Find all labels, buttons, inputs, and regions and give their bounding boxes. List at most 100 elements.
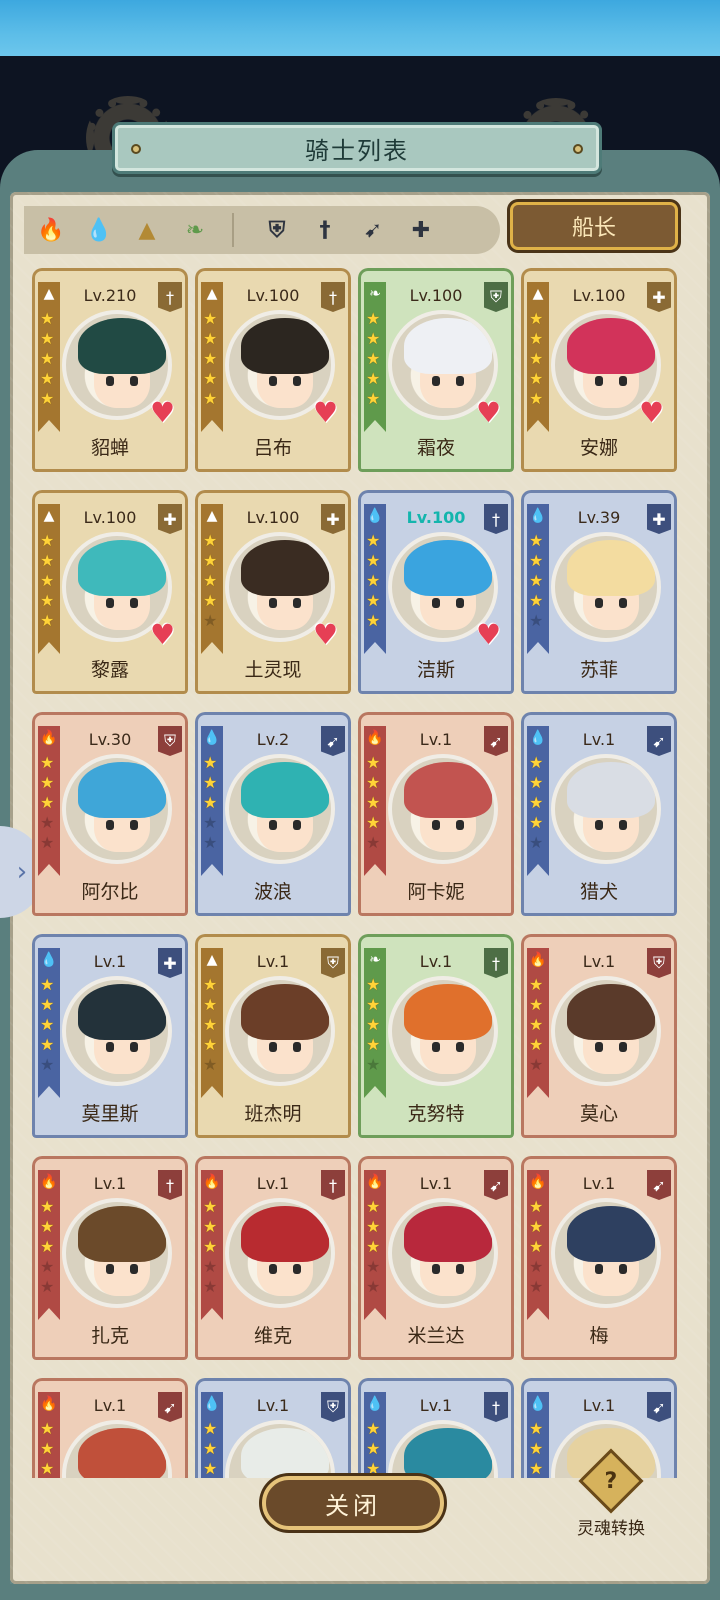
knight-name: 土灵现 <box>244 659 302 681</box>
knight-card[interactable]: ▲ ★ ★ ★ ★ ★ ✚ Lv.100 ♥ 安娜 <box>521 268 677 472</box>
knight-card[interactable]: 🔥 ★ ★ ★ ★ ★ † Lv.1 扎克 <box>32 1156 188 1360</box>
star-rating: ★★★★★ <box>203 1420 221 1478</box>
star-icon: ★ <box>40 1257 55 1276</box>
star-icon: ★ <box>366 531 381 550</box>
star-icon: ★ <box>40 1459 55 1478</box>
knight-card[interactable]: 🔥 ★ ★ ★ ★ ★ ➹ Lv.1 阿卡妮 <box>358 712 514 916</box>
star-rating: ★★★★★ <box>203 310 221 408</box>
star-rating: ★★★★★ <box>366 310 384 408</box>
star-icon: ★ <box>366 329 381 348</box>
knight-card[interactable]: 💧★★★★★⛨Lv.1 <box>195 1378 351 1478</box>
portrait-hair <box>241 540 329 596</box>
knight-name: 阿卡妮 <box>407 881 465 903</box>
knight-card[interactable]: 🔥 ★ ★ ★ ★ ★ ➹ Lv.1 梅 <box>521 1156 677 1360</box>
page-title: 骑士列表 <box>305 136 409 165</box>
soul-convert-button[interactable]: ? 灵魂转换 <box>566 1448 656 1548</box>
knight-card[interactable]: ❧ ★ ★ ★ ★ ★ ⛨ Lv.100 ♥ 霜夜 <box>358 268 514 472</box>
knight-card[interactable]: ▲ ★ ★ ★ ★ ★ ⛨ Lv.1 班杰明 <box>195 934 351 1138</box>
knight-grid[interactable]: ▲ ★ ★ ★ ★ ★ † Lv.210 ♥ 貂蝉 ▲ ★ ★ ★ ★ ★ † Lv.100 ♥ 吕布 ❧ ★ ★ ★ ★ ★ ⛨ L… <box>32 268 692 1478</box>
star-rating: ★★★★★ <box>529 1420 547 1478</box>
star-icon: ★ <box>40 349 55 368</box>
star-icon: ★ <box>366 551 381 570</box>
knight-card[interactable]: ▲ ★ ★ ★ ★ ★ † Lv.100 ♥ 吕布 <box>195 268 351 472</box>
star-icon: ★ <box>203 1237 218 1256</box>
knight-card[interactable]: ▲ ★ ★ ★ ★ ★ ✚ Lv.100 ♥ 黎露 <box>32 490 188 694</box>
knight-card[interactable]: 🔥★★★★★➹Lv.1 <box>32 1378 188 1478</box>
knight-name: 克努特 <box>407 1103 465 1125</box>
star-rating: ★★★★★ <box>40 532 58 630</box>
knight-card[interactable]: 💧 ★ ★ ★ ★ ★ † Lv.100 ♥ 洁斯 <box>358 490 514 694</box>
bow-class-icon[interactable]: ➹ <box>352 209 394 251</box>
star-icon: ★ <box>366 1419 381 1438</box>
fire-element-glyph: 🔥 <box>37 217 65 243</box>
portrait-eye <box>130 1042 138 1052</box>
portrait-eye <box>456 1042 464 1052</box>
star-rating: ★★★★★ <box>529 532 547 630</box>
portrait-eye <box>456 376 464 386</box>
shield-class-icon[interactable]: ⛨ <box>256 209 298 251</box>
star-icon: ★ <box>366 995 381 1014</box>
knight-card[interactable]: 🔥 ★ ★ ★ ★ ★ † Lv.1 维克 <box>195 1156 351 1360</box>
portrait-hair <box>241 1428 329 1478</box>
star-icon: ★ <box>203 773 218 792</box>
portrait-hair <box>567 984 655 1040</box>
star-rating: ★★★★★ <box>529 976 547 1074</box>
wind-element-icon[interactable]: ❧ <box>174 209 216 251</box>
knight-card[interactable]: 💧 ★ ★ ★ ★ ★ ✚ Lv.39 苏菲 <box>521 490 677 694</box>
portrait-hair <box>78 540 166 596</box>
knight-card[interactable]: ▲ ★ ★ ★ ★ ★ † Lv.210 ♥ 貂蝉 <box>32 268 188 472</box>
knight-card[interactable]: 💧★★★★★†Lv.1 <box>358 1378 514 1478</box>
knight-card[interactable]: 💧 ★ ★ ★ ★ ★ ✚ Lv.1 莫里斯 <box>32 934 188 1138</box>
knight-name: 安娜 <box>579 437 618 459</box>
portrait-eye <box>130 1264 138 1274</box>
star-icon: ★ <box>203 1015 218 1034</box>
knight-card[interactable]: ❧ ★ ★ ★ ★ ★ † Lv.1 克努特 <box>358 934 514 1138</box>
knight-card[interactable]: 💧 ★ ★ ★ ★ ★ ➹ Lv.2 波浪 <box>195 712 351 916</box>
heart-icon: ♥ <box>313 618 339 651</box>
sword-class-glyph: † <box>319 217 331 243</box>
star-icon: ★ <box>366 1217 381 1236</box>
star-icon: ★ <box>529 349 544 368</box>
star-rating: ★★★★★ <box>203 976 221 1074</box>
knight-card[interactable]: 💧 ★ ★ ★ ★ ★ ➹ Lv.1 猎犬 <box>521 712 677 916</box>
heart-icon: ♥ <box>476 396 502 429</box>
portrait-hair <box>241 1206 329 1262</box>
star-icon: ★ <box>40 1035 55 1054</box>
star-icon: ★ <box>366 975 381 994</box>
water-element-glyph: 💧 <box>85 217 113 243</box>
wind-element-glyph: ❧ <box>185 217 205 243</box>
knight-name: 霜夜 <box>416 437 455 459</box>
portrait-eye <box>106 376 114 386</box>
filter-bar: 🔥 💧 ▲ ❧ ⛨ † ➹ ✚ <box>24 206 500 254</box>
portrait-eye <box>595 376 603 386</box>
portrait-eye <box>432 376 440 386</box>
knight-level: Lv.1 <box>93 952 127 971</box>
close-button[interactable]: 关闭 <box>262 1476 444 1530</box>
knight-card[interactable]: ▲ ★ ★ ★ ★ ★ ✚ Lv.100 ♥ 土灵现 <box>195 490 351 694</box>
water-element-icon[interactable]: 💧 <box>78 209 120 251</box>
knight-card[interactable]: 🔥 ★ ★ ★ ★ ★ ⛨ Lv.30 阿尔比 <box>32 712 188 916</box>
knight-level: Lv.1 <box>256 1174 290 1193</box>
fire-element-icon[interactable]: 🔥 <box>30 209 72 251</box>
sword-class-icon[interactable]: † <box>304 209 346 251</box>
knight-card[interactable]: 🔥 ★ ★ ★ ★ ★ ➹ Lv.1 米兰达 <box>358 1156 514 1360</box>
knight-card[interactable]: 🔥 ★ ★ ★ ★ ★ ⛨ Lv.1 莫心 <box>521 934 677 1138</box>
portrait-eye <box>269 820 277 830</box>
star-icon: ★ <box>366 1439 381 1458</box>
healer-class-icon[interactable]: ✚ <box>400 209 442 251</box>
portrait-hair <box>567 762 655 818</box>
captain-button[interactable]: 船长 <box>510 202 678 250</box>
knight-level: Lv.1 <box>419 730 453 749</box>
star-icon: ★ <box>366 389 381 408</box>
star-icon: ★ <box>529 813 544 832</box>
star-icon: ★ <box>40 1439 55 1458</box>
portrait-hair <box>241 984 329 1040</box>
portrait-eye <box>456 598 464 608</box>
portrait-hair <box>404 1428 492 1478</box>
chevron-right-icon: › <box>16 857 28 887</box>
earth-element-icon[interactable]: ▲ <box>126 209 168 251</box>
star-rating: ★★★★★ <box>40 1420 58 1478</box>
star-icon: ★ <box>203 1197 218 1216</box>
star-icon: ★ <box>40 1015 55 1034</box>
star-icon: ★ <box>40 571 55 590</box>
